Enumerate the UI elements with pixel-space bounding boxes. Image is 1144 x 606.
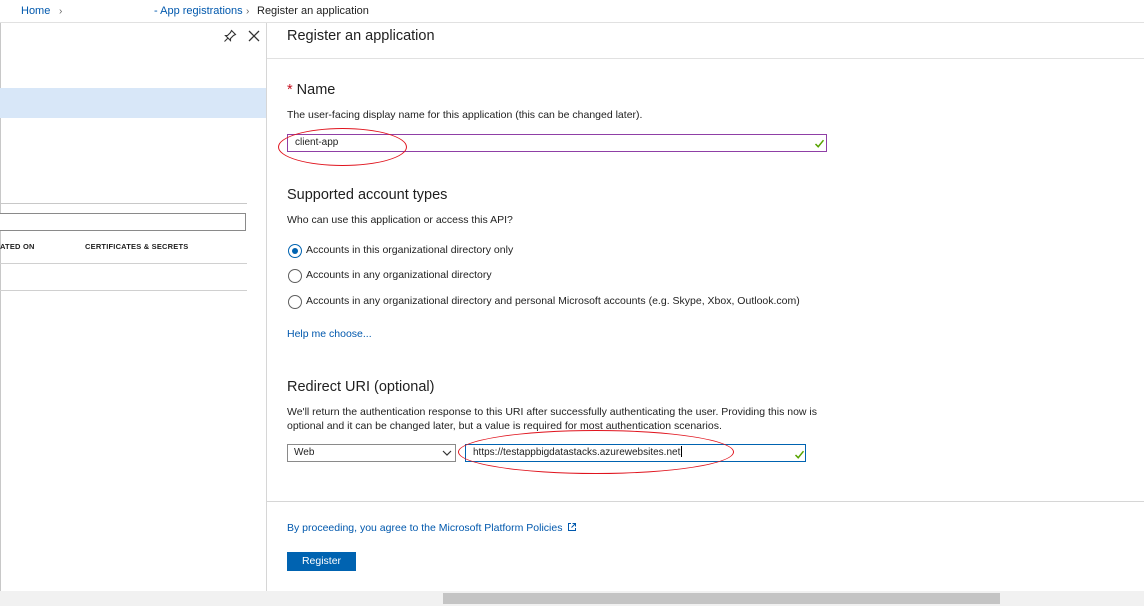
radio-label: Accounts in this organizational director… (306, 244, 514, 256)
annotation-circle (278, 128, 407, 166)
name-heading-label: Name (296, 82, 336, 98)
annotation-circle (458, 430, 734, 474)
breadcrumb-home-link[interactable]: Home (21, 5, 50, 17)
breadcrumb-app-registrations-link[interactable]: - App registrations (154, 5, 243, 17)
checkmark-icon (794, 450, 805, 459)
radio-button[interactable] (288, 269, 302, 283)
checkmark-icon (814, 139, 825, 148)
chevron-down-icon (442, 450, 452, 456)
column-header-certificates-secrets[interactable]: CERTIFICATES & SECRETS (85, 242, 188, 251)
register-application-blade: Register an application * Name The user-f… (267, 23, 1144, 606)
pin-icon[interactable] (222, 28, 238, 44)
close-icon[interactable] (246, 28, 262, 44)
column-header-created-on[interactable]: ATED ON (0, 242, 35, 251)
divider (267, 58, 1144, 59)
register-button[interactable]: Register (287, 552, 356, 571)
name-description: The user-facing display name for this ap… (287, 109, 643, 121)
platform-policies-link[interactable]: By proceeding, you agree to the Microsof… (287, 522, 577, 534)
redirect-uri-heading: Redirect URI (optional) (287, 379, 435, 395)
breadcrumb-app-registrations[interactable]: - App registrations (154, 0, 243, 23)
help-me-choose-link[interactable]: Help me choose... (287, 328, 372, 340)
radio-button[interactable] (288, 295, 302, 309)
platform-select[interactable]: Web (287, 444, 456, 462)
account-types-heading: Supported account types (287, 187, 448, 203)
breadcrumb: Home › - App registrations › Register an… (0, 0, 1144, 23)
radio-button-selected[interactable] (288, 244, 302, 258)
table-header-divider (0, 263, 247, 264)
filter-input[interactable] (0, 213, 246, 231)
breadcrumb-separator-icon: › (59, 6, 63, 17)
breadcrumb-separator-icon: › (246, 6, 250, 17)
selected-nav-item[interactable] (0, 88, 266, 118)
account-types-description: Who can use this application or access t… (287, 214, 513, 226)
redirect-uri-description: We'll return the authentication response… (287, 406, 818, 432)
radio-label: Accounts in any organizational directory (306, 269, 492, 281)
divider (267, 501, 1144, 502)
required-marker: * (287, 82, 293, 98)
horizontal-scrollbar-thumb[interactable] (443, 593, 1000, 604)
external-link-icon (568, 523, 577, 531)
platform-select-value: Web (294, 447, 315, 458)
platform-policies-link-text[interactable]: By proceeding, you agree to the Microsof… (287, 522, 562, 534)
table-row-divider (0, 290, 247, 291)
breadcrumb-home[interactable]: Home (21, 0, 50, 23)
breadcrumb-current: Register an application (257, 5, 369, 17)
page-title: Register an application (287, 28, 435, 44)
divider (0, 203, 247, 204)
radio-label: Accounts in any organizational directory… (306, 295, 800, 307)
name-heading: * Name (287, 82, 335, 98)
app-registrations-blade: ATED ON CERTIFICATES & SECRETS (0, 23, 267, 606)
